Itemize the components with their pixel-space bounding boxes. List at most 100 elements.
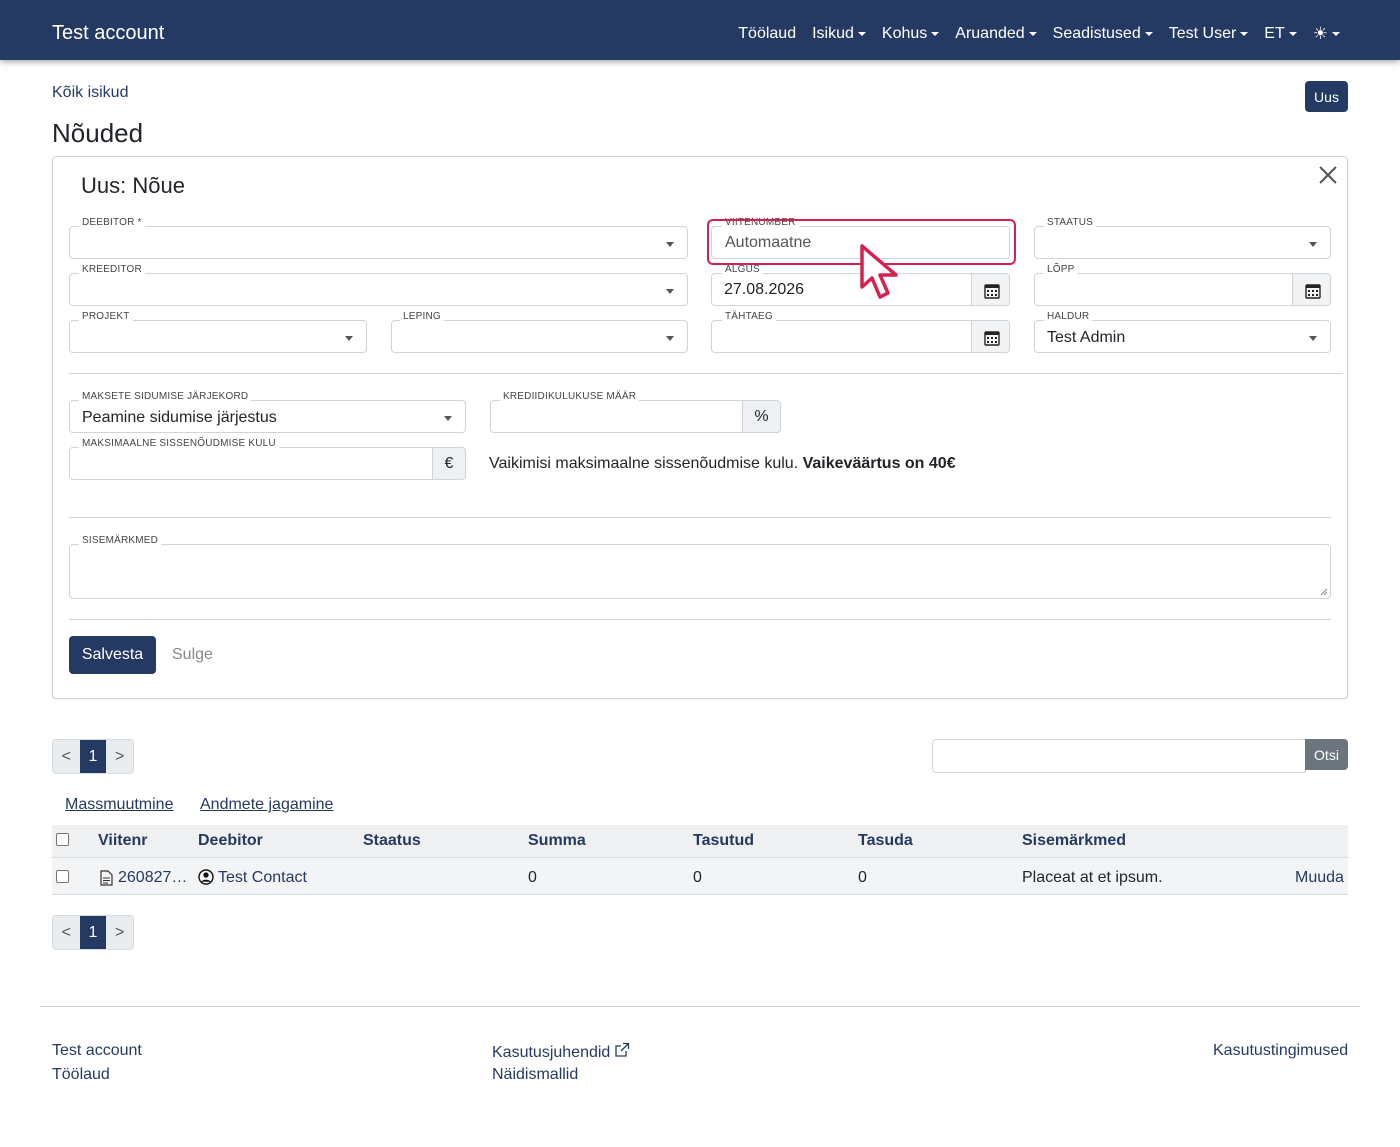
nav-item-user-menu[interactable]: Test User: [1169, 25, 1249, 43]
haldur-label: HALDUR: [1044, 311, 1093, 323]
row-tasuda: 0: [858, 869, 867, 886]
pagination-page[interactable]: 1: [79, 740, 107, 773]
mass-edit-link[interactable]: Massmuutmine: [65, 796, 173, 814]
caret-down-icon: [857, 32, 866, 36]
staatus-select[interactable]: [1034, 226, 1331, 259]
leping-label: LEPING: [400, 311, 444, 323]
document-icon: [100, 870, 113, 886]
nav-item-label: Test User: [1168, 25, 1237, 42]
chevron-down-icon: [1309, 336, 1317, 341]
pagination-page[interactable]: 1: [79, 916, 107, 949]
nav-item-isikud[interactable]: Isikud: [812, 25, 866, 43]
nav-item-label: ET: [1264, 25, 1285, 42]
nav-item-label: Seadistused: [1052, 25, 1141, 42]
chevron-down-icon: [666, 336, 674, 341]
calendar-button[interactable]: [1292, 274, 1330, 305]
close-icon[interactable]: [1317, 164, 1339, 186]
maksete-jarjekord-select[interactable]: Peamine sidumise järjestus: [69, 400, 466, 433]
divider: [69, 619, 1331, 620]
projekt-select[interactable]: [69, 320, 367, 353]
lopp-date-input[interactable]: [1034, 273, 1331, 306]
resize-handle-icon[interactable]: [1320, 588, 1328, 596]
haldur-value: Test Admin: [1047, 329, 1126, 346]
max-kulu-input[interactable]: [69, 447, 434, 480]
footer-link-guides[interactable]: Kasutusjuhendid: [492, 1042, 630, 1062]
search-input[interactable]: [932, 739, 1306, 773]
pagination-prev[interactable]: <: [53, 740, 80, 773]
sun-icon: ☀: [1312, 24, 1328, 43]
column-header-sisemarkmed: Sisemärkmed: [1022, 832, 1127, 849]
nav-item-label: Kohus: [881, 25, 928, 42]
footer-link-guides-label: Kasutusjuhendid: [492, 1044, 611, 1061]
maksete-jarjekord-value: Peamine sidumise järjestus: [82, 409, 277, 426]
form-title: Uus: Nõue: [81, 173, 185, 198]
footer-link-account[interactable]: Test account: [52, 1042, 142, 1060]
column-header-tasuda[interactable]: Tasuda: [858, 832, 913, 850]
pagination-top: < 1 >: [52, 739, 134, 774]
krediidikulukuse-input[interactable]: [490, 400, 744, 433]
tahtaeg-date-input[interactable]: [711, 320, 1010, 353]
breadcrumb-all-persons[interactable]: Kõik isikud: [52, 84, 128, 102]
nav-item-aruanded[interactable]: Aruanded: [955, 25, 1037, 43]
column-header-tasutud[interactable]: Tasutud: [693, 832, 754, 850]
row-edit-link[interactable]: Muuda: [1295, 869, 1344, 887]
hint-text: Vaikimisi maksimaalne sissenõudmise kulu…: [489, 455, 799, 472]
footer-link-templates[interactable]: Näidismallid: [492, 1066, 578, 1084]
top-navbar: Test account Töölaud Isikud Kohus Aruand…: [0, 0, 1400, 60]
footer-link-dashboard[interactable]: Töölaud: [52, 1066, 110, 1084]
caret-down-icon: [1144, 32, 1153, 36]
nav-item-label: Isikud: [812, 25, 854, 42]
projekt-label: PROJEKT: [79, 311, 133, 323]
krediidikulukuse-label: KREDIIDIKULUKUSE MÄÄR: [500, 391, 640, 403]
nav-item-toolaud[interactable]: Töölaud: [738, 25, 796, 43]
deebitor-select[interactable]: [69, 226, 688, 259]
pagination-next[interactable]: >: [106, 916, 133, 949]
algus-value: 27.08.2026: [724, 281, 805, 298]
calendar-icon: [1304, 283, 1321, 299]
row-checkbox[interactable]: [56, 870, 69, 883]
brand-title[interactable]: Test account: [52, 22, 164, 45]
kreeditor-label: KREEDITOR: [79, 264, 145, 276]
divider: [69, 373, 1343, 374]
footer-link-terms[interactable]: Kasutustingimused: [1213, 1042, 1348, 1060]
nav-item-theme[interactable]: ☀: [1313, 25, 1340, 43]
data-sharing-link[interactable]: Andmete jagamine: [200, 796, 333, 814]
select-all-checkbox[interactable]: [56, 833, 69, 846]
caret-down-icon: [1028, 32, 1037, 36]
nav-item-language[interactable]: ET: [1264, 25, 1297, 43]
page-title: Nõuded: [52, 118, 144, 148]
mouse-pointer-icon: [860, 244, 898, 299]
footer-divider: [40, 1006, 1360, 1007]
row-tasutud: 0: [693, 869, 702, 886]
new-claim-button[interactable]: Uus: [1305, 81, 1348, 112]
algus-label: ALGUS: [722, 264, 763, 276]
save-button[interactable]: Salvesta: [69, 636, 156, 674]
row-viitenr-link[interactable]: 260827…: [118, 869, 187, 887]
close-form-button[interactable]: Sulge: [172, 646, 213, 664]
calendar-button[interactable]: [971, 321, 1009, 352]
sisemarkmed-textarea[interactable]: [69, 544, 1331, 599]
row-deebitor-link[interactable]: Test Contact: [218, 869, 307, 887]
calendar-icon: [983, 330, 1000, 346]
chevron-down-icon: [345, 336, 353, 341]
pagination-prev[interactable]: <: [53, 916, 80, 949]
leping-select[interactable]: [391, 320, 688, 353]
search-button[interactable]: Otsi: [1305, 739, 1348, 770]
max-kulu-label: MAKSIMAALNE SISSENÕUDMISE KULU: [79, 438, 279, 450]
column-header-deebitor[interactable]: Deebitor: [198, 832, 263, 850]
column-header-staatus[interactable]: Staatus: [363, 832, 421, 850]
column-header-summa[interactable]: Summa: [528, 832, 586, 850]
max-kulu-hint: Vaikimisi maksimaalne sissenõudmise kulu…: [489, 455, 956, 473]
euro-addon: €: [432, 447, 466, 480]
caret-down-icon: [1240, 32, 1249, 36]
calendar-button[interactable]: [971, 274, 1009, 305]
kreeditor-select[interactable]: [69, 273, 688, 306]
pagination-next[interactable]: >: [106, 740, 133, 773]
column-header-viitenr[interactable]: Viitenr: [98, 832, 148, 850]
pagination-bottom: < 1 >: [52, 915, 134, 950]
nav-item-seadistused[interactable]: Seadistused: [1053, 25, 1153, 43]
haldur-select[interactable]: Test Admin: [1034, 320, 1331, 353]
hint-default-value: Vaikeväärtus on 40€: [802, 455, 956, 472]
nav-item-kohus[interactable]: Kohus: [881, 25, 940, 43]
chevron-down-icon: [444, 416, 452, 421]
